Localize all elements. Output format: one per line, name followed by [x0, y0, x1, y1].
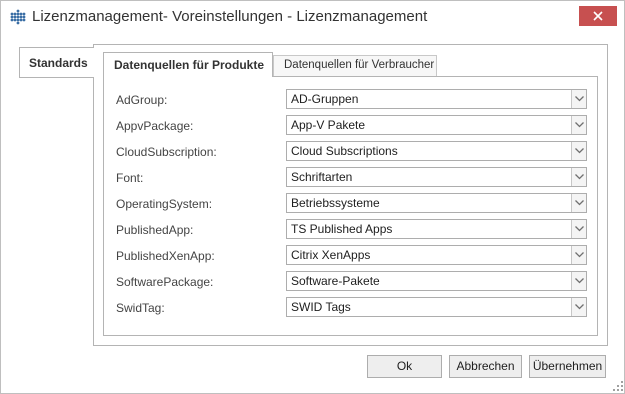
label-appvpackage: AppvPackage: — [116, 119, 194, 133]
select-font[interactable]: Schriftarten — [286, 167, 587, 187]
select-swidtag[interactable]: SWID Tags — [286, 297, 587, 317]
chevron-down-icon[interactable] — [571, 116, 586, 134]
select-swidtag-value: SWID Tags — [291, 300, 351, 314]
select-operatingsystem[interactable]: Betriebssysteme — [286, 193, 587, 213]
select-appvpackage-value: App-V Pakete — [291, 118, 366, 132]
close-icon — [593, 11, 603, 21]
chevron-down-icon[interactable] — [571, 246, 586, 264]
tab-datenquellen-verbraucher[interactable]: Datenquellen für Verbraucher — [273, 55, 437, 76]
select-adgroup-value: AD-Gruppen — [291, 92, 359, 106]
resize-grip-icon[interactable] — [613, 381, 623, 391]
grid-dots-icon — [10, 9, 26, 25]
select-appvpackage[interactable]: App-V Pakete — [286, 115, 587, 135]
select-cloudsubscription-value: Cloud Subscriptions — [291, 144, 398, 158]
ok-button[interactable]: Ok — [367, 355, 442, 378]
label-publishedapp: PublishedApp: — [116, 223, 194, 237]
dialog-window: Lizenzmanagement- Voreinstellungen - Liz… — [0, 0, 625, 394]
label-softwarepackage: SoftwarePackage: — [116, 275, 214, 289]
select-softwarepackage[interactable]: Software-Pakete — [286, 271, 587, 291]
label-font: Font: — [116, 171, 144, 185]
chevron-down-icon[interactable] — [571, 194, 586, 212]
chevron-down-icon[interactable] — [571, 142, 586, 160]
select-softwarepackage-value: Software-Pakete — [291, 274, 380, 288]
select-publishedapp-value: TS Published Apps — [291, 222, 393, 236]
close-button[interactable] — [579, 6, 617, 26]
chevron-down-icon[interactable] — [571, 298, 586, 316]
select-publishedapp[interactable]: TS Published Apps — [286, 219, 587, 239]
apply-button[interactable]: Übernehmen — [529, 355, 606, 378]
chevron-down-icon[interactable] — [571, 168, 586, 186]
select-operatingsystem-value: Betriebssysteme — [291, 196, 380, 210]
title-bar[interactable]: Lizenzmanagement- Voreinstellungen - Liz… — [1, 1, 624, 32]
window-title: Lizenzmanagement- Voreinstellungen - Liz… — [32, 8, 428, 25]
tab-standards[interactable]: Standards — [19, 47, 94, 78]
select-adgroup[interactable]: AD-Gruppen — [286, 89, 587, 109]
label-operatingsystem: OperatingSystem: — [116, 197, 213, 211]
tab-datenquellen-produkte-label: Datenquellen für Produkte — [114, 58, 265, 72]
select-publishedxenapp-value: Citrix XenApps — [291, 248, 371, 262]
label-adgroup: AdGroup: — [116, 93, 168, 107]
label-publishedxenapp: PublishedXenApp: — [116, 249, 215, 263]
select-publishedxenapp[interactable]: Citrix XenApps — [286, 245, 587, 265]
chevron-down-icon[interactable] — [571, 90, 586, 108]
tab-datenquellen-verbraucher-label: Datenquellen für Verbraucher — [284, 59, 435, 71]
label-swidtag: SwidTag: — [116, 301, 165, 315]
chevron-down-icon[interactable] — [571, 272, 586, 290]
tab-standards-label: Standards — [29, 56, 88, 70]
chevron-down-icon[interactable] — [571, 220, 586, 238]
label-cloudsubscription: CloudSubscription: — [116, 145, 217, 159]
select-cloudsubscription[interactable]: Cloud Subscriptions — [286, 141, 587, 161]
cancel-button[interactable]: Abbrechen — [449, 355, 522, 378]
select-font-value: Schriftarten — [291, 170, 353, 184]
tab-datenquellen-produkte[interactable]: Datenquellen für Produkte — [103, 52, 273, 77]
